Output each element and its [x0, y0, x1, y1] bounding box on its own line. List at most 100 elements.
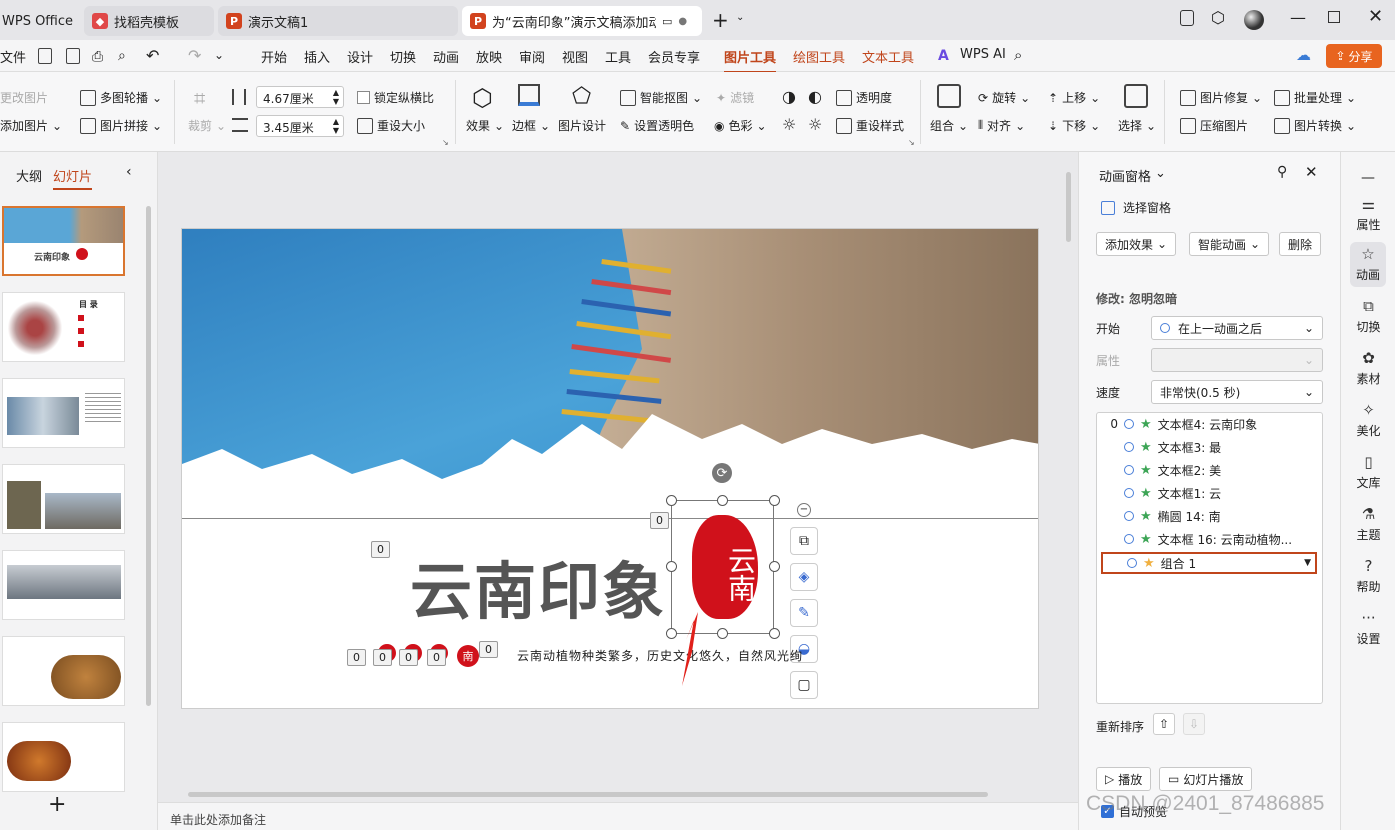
- scrollbar[interactable]: [146, 206, 151, 706]
- menu-design[interactable]: 设计: [347, 47, 373, 66]
- sun-plus-icon[interactable]: ☼: [782, 115, 796, 134]
- menu-picture-tools[interactable]: 图片工具: [724, 47, 777, 73]
- resize-handle[interactable]: [717, 628, 728, 639]
- set-transparent-button[interactable]: ✎ 设置透明色: [620, 117, 694, 134]
- resize-handle[interactable]: [769, 561, 780, 572]
- property-select[interactable]: ⌄: [1151, 348, 1323, 372]
- lock-ratio-checkbox[interactable]: 锁定纵横比: [357, 89, 434, 106]
- rotate-handle-icon[interactable]: ⟳: [712, 463, 732, 483]
- new-tab-icon[interactable]: +: [712, 8, 729, 32]
- print-preview-icon[interactable]: ⌕: [118, 48, 126, 64]
- transparency-button[interactable]: 透明度: [836, 89, 892, 106]
- resize-handle[interactable]: [717, 495, 728, 506]
- sidebar-theme[interactable]: ⚗ 主题: [1341, 506, 1395, 543]
- share-button[interactable]: ⇪ 分享: [1326, 44, 1382, 68]
- frame-float-button[interactable]: ▢: [790, 671, 818, 699]
- slide-thumb-1[interactable]: 云南印象: [2, 206, 125, 276]
- menu-wps-ai[interactable]: WPS AI: [960, 47, 1006, 62]
- more-quick-icon[interactable]: ⌄: [214, 48, 224, 62]
- filter-button[interactable]: ✦ 滤镜: [716, 89, 754, 106]
- anim-item[interactable]: ★ 文本框 16: 云南动植物...: [1100, 528, 1315, 550]
- border-icon[interactable]: [518, 84, 540, 106]
- menu-file[interactable]: 文件: [0, 47, 26, 66]
- minimize-icon[interactable]: —: [1290, 8, 1306, 27]
- slide-thumb-5[interactable]: [2, 550, 125, 620]
- resize-handle[interactable]: [769, 495, 780, 506]
- move-down-button[interactable]: ⇩: [1183, 713, 1205, 735]
- sidebar-help[interactable]: ? 帮助: [1341, 558, 1395, 595]
- change-image-button[interactable]: 更改图片: [0, 89, 48, 106]
- cloud-upload-icon[interactable]: ☁: [1296, 46, 1311, 64]
- anim-item[interactable]: ★ 文本框2: 美: [1100, 459, 1315, 481]
- layers-float-button[interactable]: ◈: [790, 563, 818, 591]
- search-icon[interactable]: ⌕: [1014, 46, 1022, 64]
- add-slide-icon[interactable]: +: [48, 792, 66, 817]
- add-image-button[interactable]: 添加图片 ⌄: [0, 117, 62, 134]
- print-icon[interactable]: ⎙: [92, 49, 103, 65]
- sidebar-library[interactable]: ▯ 文库: [1341, 454, 1395, 491]
- reset-style-button[interactable]: 重设样式: [836, 117, 904, 134]
- slide-subtitle[interactable]: 云南动植物种类繁多，历史文化悠久，自然风光绚: [517, 647, 803, 664]
- slideshow-button[interactable]: ▭ 幻灯片播放: [1159, 767, 1253, 791]
- image-repair-button[interactable]: 图片修复 ⌄: [1180, 89, 1262, 106]
- notes-bar[interactable]: 单击此处添加备注: [158, 802, 1078, 830]
- move-up-button[interactable]: ⇧: [1153, 713, 1175, 735]
- anim-item-selected[interactable]: ★ 组合 1 ▼: [1101, 552, 1317, 574]
- resize-handle[interactable]: [666, 495, 677, 506]
- border-button[interactable]: 边框 ⌄: [512, 117, 550, 134]
- color-button[interactable]: ◉ 色彩 ⌄: [714, 117, 767, 134]
- play-button[interactable]: ▷ 播放: [1096, 767, 1152, 791]
- tab-active-doc[interactable]: P 为“云南印象”演示文稿添加动画 ▭ ●: [462, 6, 702, 36]
- menu-insert[interactable]: 插入: [304, 47, 330, 66]
- pin-icon[interactable]: ⚲: [1277, 164, 1287, 180]
- menu-text-tools[interactable]: 文本工具: [862, 47, 914, 66]
- menu-drawing-tools[interactable]: 绘图工具: [793, 47, 845, 66]
- cube-icon[interactable]: ⬡: [1211, 8, 1225, 27]
- menu-transition[interactable]: 切换: [390, 47, 416, 66]
- effects-icon[interactable]: ⬡: [472, 84, 493, 112]
- sidebar-assets[interactable]: ✿ 素材: [1341, 350, 1395, 387]
- width-input[interactable]: 4.67厘米 ▲ ▼: [256, 86, 344, 108]
- anim-item[interactable]: ★ 椭圆 14: 南: [1100, 505, 1315, 527]
- rotate-button[interactable]: ⟳ 旋转 ⌄: [978, 89, 1030, 106]
- image-convert-button[interactable]: 图片转换 ⌄: [1274, 117, 1356, 134]
- dropdown-arrow-icon[interactable]: ▼: [1304, 558, 1311, 568]
- select-icon[interactable]: [1124, 84, 1148, 108]
- chevron-down-icon[interactable]: ⌄: [736, 12, 744, 23]
- resize-handle[interactable]: [666, 561, 677, 572]
- compress-image-button[interactable]: 压缩图片: [1180, 117, 1248, 134]
- slide[interactable]: 0 云南印象 云南 0 ⟳ − ⧉ ◈ ✎ ◒ ▢ 0 0 0 0 南 0 云南…: [181, 228, 1039, 709]
- smart-animation-button[interactable]: 智能动画 ⌄: [1189, 232, 1270, 256]
- window-tile-icon[interactable]: [1180, 10, 1194, 26]
- send-backward-button[interactable]: ⇣ 下移 ⌄: [1048, 117, 1100, 134]
- contrast-icon[interactable]: ◑: [782, 87, 796, 106]
- resize-handle[interactable]: [769, 628, 780, 639]
- horizontal-scrollbar[interactable]: [188, 792, 988, 797]
- dialog-launcher-icon[interactable]: ↘: [908, 138, 915, 147]
- anim-item[interactable]: ★ 文本框3: 最: [1100, 436, 1315, 458]
- slide-thumb-6[interactable]: [2, 636, 125, 706]
- effects-button[interactable]: 效果 ⌄: [466, 117, 504, 134]
- speed-select[interactable]: 非常快(0.5 秒) ⌄: [1151, 380, 1323, 404]
- carousel-button[interactable]: 多图轮播 ⌄: [80, 89, 162, 106]
- batch-process-button[interactable]: 批量处理 ⌄: [1274, 89, 1356, 106]
- redo-icon[interactable]: ↷: [188, 46, 201, 65]
- brightness-icon[interactable]: ◐: [808, 87, 822, 106]
- close-pane-icon[interactable]: ✕: [1305, 163, 1318, 181]
- crop-button[interactable]: 裁剪 ⌄: [188, 117, 226, 134]
- start-select[interactable]: 在上一动画之后 ⌄: [1151, 316, 1323, 340]
- crop-float-button[interactable]: ⧉: [790, 527, 818, 555]
- menu-view[interactable]: 视图: [562, 47, 588, 66]
- menu-member[interactable]: 会员专享: [648, 47, 700, 66]
- maximize-icon[interactable]: [1328, 11, 1340, 23]
- menu-review[interactable]: 审阅: [519, 47, 545, 66]
- align-button[interactable]: ⫴ 对齐 ⌄: [978, 117, 1025, 134]
- menu-animation[interactable]: 动画: [433, 47, 459, 66]
- tab-wps-office[interactable]: WPS Office: [0, 6, 82, 36]
- collapse-icon[interactable]: ‹: [126, 164, 132, 180]
- collapse-float-icon[interactable]: −: [797, 503, 811, 517]
- menu-slideshow[interactable]: 放映: [476, 47, 502, 66]
- spinner-icon[interactable]: ▲ ▼: [333, 117, 339, 135]
- tab-slides[interactable]: 幻灯片: [53, 166, 93, 190]
- dialog-launcher-icon[interactable]: ↘: [442, 138, 449, 147]
